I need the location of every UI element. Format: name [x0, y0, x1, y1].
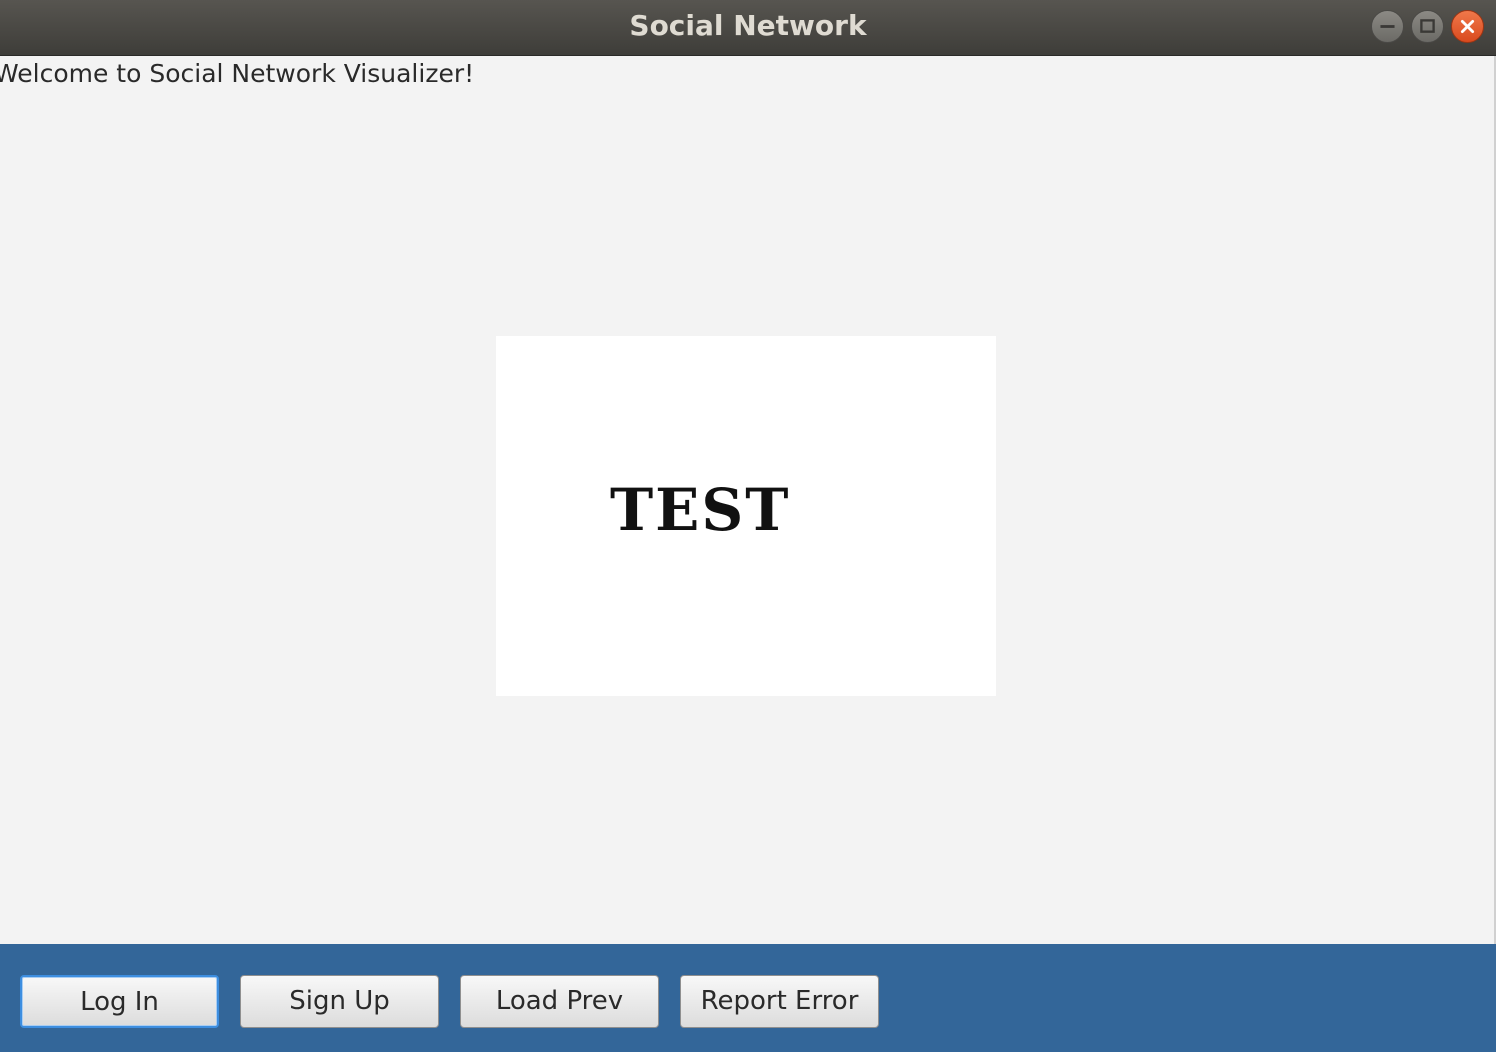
signup-button[interactable]: Sign Up [240, 975, 439, 1028]
window-title: Social Network [629, 9, 867, 42]
close-icon [1460, 19, 1475, 34]
app-window: Social Network Welcome to Social Network… [0, 0, 1496, 1052]
bottom-toolbar: Log In Sign Up Load Prev Report Error [0, 944, 1496, 1052]
load-prev-button[interactable]: Load Prev [460, 975, 659, 1028]
title-bar[interactable]: Social Network [0, 0, 1496, 56]
minimize-icon [1380, 25, 1395, 28]
report-error-button[interactable]: Report Error [680, 975, 879, 1028]
welcome-label: Welcome to Social Network Visualizer! [0, 59, 475, 88]
preview-image: TEST [496, 336, 996, 696]
minimize-button[interactable] [1371, 10, 1404, 43]
login-button[interactable]: Log In [20, 975, 219, 1028]
maximize-button[interactable] [1411, 10, 1444, 43]
preview-image-text: TEST [610, 476, 791, 544]
close-button[interactable] [1451, 10, 1484, 43]
maximize-icon [1420, 19, 1435, 33]
